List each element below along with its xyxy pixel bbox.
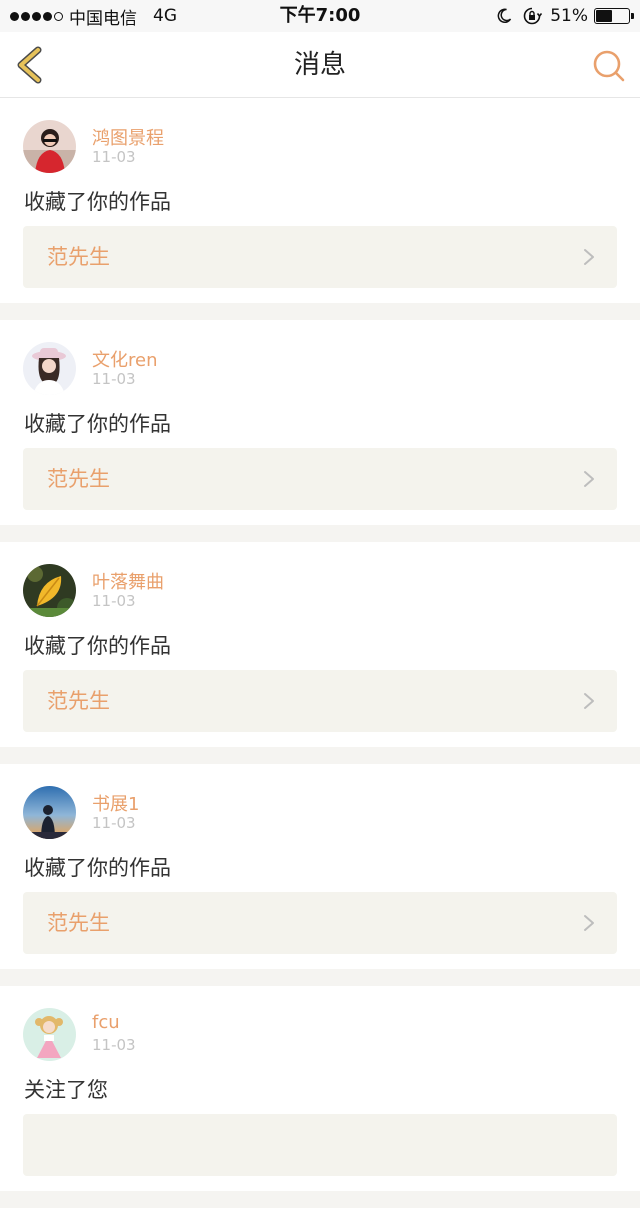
battery-percent: 51%	[550, 6, 588, 26]
chevron-right-icon	[584, 915, 594, 931]
message-card[interactable]: 叶落舞曲 11-03 收藏了你的作品 范先生	[0, 542, 640, 764]
message-list: 鸿图景程 11-03 收藏了你的作品 范先生 文化ren 11-03 收藏了你的…	[0, 98, 640, 1208]
message-target-link[interactable]: 范先生	[23, 226, 617, 288]
message-target-link[interactable]	[23, 1114, 617, 1176]
message-action: 收藏了你的作品	[24, 856, 171, 880]
avatar[interactable]	[23, 786, 76, 839]
message-target-link[interactable]: 范先生	[23, 448, 617, 510]
message-target-link[interactable]: 范先生	[23, 670, 617, 732]
avatar[interactable]	[23, 120, 76, 173]
message-date: 11-03	[92, 1036, 136, 1054]
message-date: 11-03	[92, 148, 136, 166]
avatar[interactable]	[23, 564, 76, 617]
status-bar: 中国电信 4G 下午7:00 51%	[0, 0, 640, 32]
message-username[interactable]: fcu	[92, 1012, 120, 1033]
chevron-right-icon	[584, 693, 594, 709]
message-card[interactable]: 文化ren 11-03 收藏了你的作品 范先生	[0, 320, 640, 542]
nav-bar: 消息	[0, 32, 640, 98]
orientation-lock-icon	[523, 7, 543, 25]
status-right: 51%	[496, 0, 634, 32]
message-username[interactable]: 文化ren	[92, 346, 158, 372]
message-username[interactable]: 书展1	[92, 790, 139, 816]
message-target-label: 范先生	[47, 467, 110, 491]
page-title: 消息	[293, 50, 346, 80]
message-username[interactable]: 鸿图景程	[92, 124, 164, 150]
battery-icon	[594, 8, 634, 24]
message-target-label: 范先生	[47, 911, 110, 935]
message-target-label: 范先生	[47, 245, 110, 269]
message-card[interactable]: fcu 11-03 关注了您	[0, 986, 640, 1208]
message-action: 收藏了你的作品	[24, 412, 171, 436]
message-target-label: 范先生	[47, 689, 110, 713]
avatar[interactable]	[23, 342, 76, 395]
chevron-right-icon	[584, 249, 594, 265]
chevron-right-icon	[584, 471, 594, 487]
message-action: 关注了您	[24, 1078, 108, 1102]
message-target-link[interactable]: 范先生	[23, 892, 617, 954]
message-card[interactable]: 鸿图景程 11-03 收藏了你的作品 范先生	[0, 98, 640, 320]
message-date: 11-03	[92, 592, 136, 610]
message-date: 11-03	[92, 814, 136, 832]
message-card[interactable]: 书展1 11-03 收藏了你的作品 范先生	[0, 764, 640, 986]
message-action: 收藏了你的作品	[24, 190, 171, 214]
message-username[interactable]: 叶落舞曲	[92, 568, 164, 594]
moon-icon	[497, 8, 512, 24]
message-action: 收藏了你的作品	[24, 634, 171, 658]
search-icon[interactable]	[592, 49, 626, 83]
message-date: 11-03	[92, 370, 136, 388]
avatar[interactable]	[23, 1008, 76, 1061]
battery-level	[596, 10, 612, 22]
